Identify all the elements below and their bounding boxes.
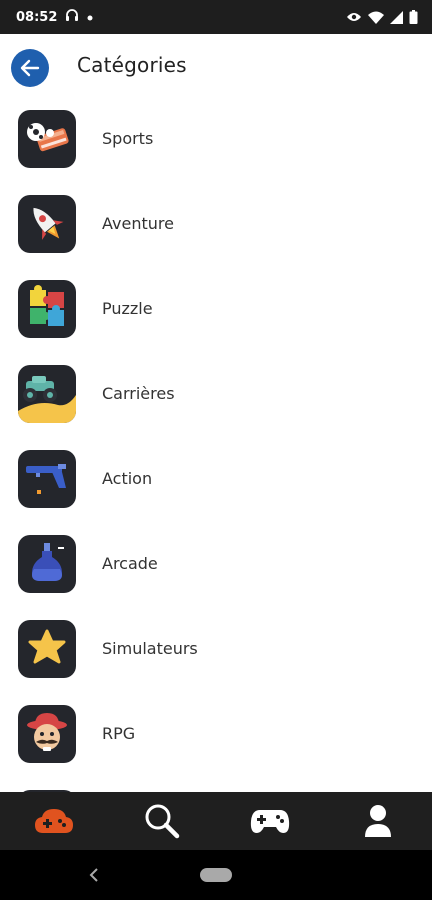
system-nav-bar	[0, 850, 432, 900]
category-label: Arcade	[102, 554, 158, 573]
eye-icon	[346, 11, 362, 23]
wifi-icon	[368, 11, 384, 24]
nav-home[interactable]	[0, 792, 108, 850]
signal-icon	[390, 10, 403, 24]
category-label: RPG	[102, 724, 136, 743]
star-icon	[18, 620, 76, 678]
nav-search[interactable]	[108, 792, 216, 850]
controller-cloud-icon	[35, 809, 73, 833]
category-item-arcade[interactable]: Arcade	[0, 523, 432, 607]
mustache-character-icon	[18, 705, 76, 763]
search-icon	[145, 804, 180, 839]
headphones-icon	[65, 8, 79, 26]
category-label: Puzzle	[102, 299, 153, 318]
category-item-carrieres[interactable]: Carrières	[0, 353, 432, 437]
app-header: Catégories	[0, 34, 432, 98]
category-label: Action	[102, 469, 153, 488]
nav-games[interactable]	[216, 792, 324, 850]
status-left: 08:52	[16, 8, 93, 26]
sports-icon	[18, 110, 76, 168]
chevron-left-icon	[89, 868, 98, 882]
category-item-sports[interactable]: Sports	[0, 98, 432, 182]
category-item-rpg[interactable]: RPG	[0, 693, 432, 777]
puzzle-icon	[18, 280, 76, 338]
category-label: Sports	[102, 129, 154, 148]
user-icon	[365, 805, 391, 837]
category-item-puzzle[interactable]: Puzzle	[0, 268, 432, 352]
category-label: Aventure	[102, 214, 174, 233]
category-list[interactable]: Sports Aventure Puzzle Carrières Action …	[0, 98, 432, 792]
nav-profile[interactable]	[324, 792, 432, 850]
blaster-gun-icon	[18, 450, 76, 508]
status-time: 08:52	[16, 9, 58, 25]
gamepad-icon	[250, 810, 290, 833]
dot-icon	[87, 10, 93, 25]
category-item-simulateurs[interactable]: Simulateurs	[0, 608, 432, 692]
category-item-action[interactable]: Action	[0, 438, 432, 522]
back-button[interactable]	[11, 49, 49, 87]
category-label: Carrières	[102, 384, 175, 403]
page-title: Catégories	[77, 53, 187, 77]
battery-icon	[409, 10, 418, 24]
arrow-left-icon	[20, 59, 40, 77]
status-right	[346, 10, 418, 24]
monster-truck-icon	[18, 365, 76, 423]
status-bar: 08:52	[0, 0, 432, 34]
category-item-aventure[interactable]: Aventure	[0, 183, 432, 267]
category-label: Simulateurs	[102, 639, 198, 658]
potion-bottle-icon	[18, 535, 76, 593]
category-item-partial[interactable]	[0, 778, 432, 792]
bottom-nav	[0, 792, 432, 850]
rocket-icon	[18, 195, 76, 253]
system-home-button[interactable]	[200, 868, 232, 882]
system-back-button[interactable]	[88, 865, 100, 889]
